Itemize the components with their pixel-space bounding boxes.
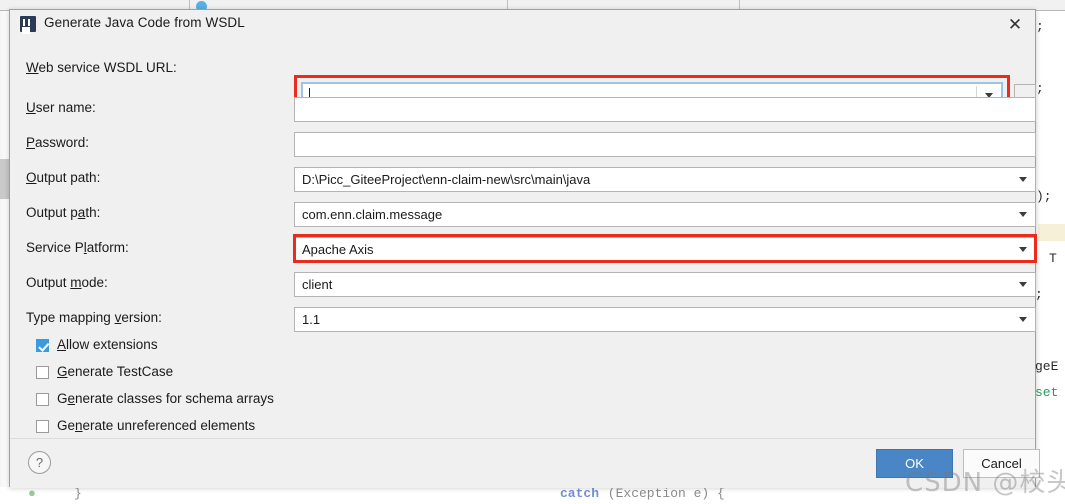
dialog-titlebar: Generate Java Code from WSDL ✕ [10, 10, 1035, 38]
label-type-mapping-version: Type mapping version: [26, 310, 162, 325]
code-fragment: set [1035, 385, 1059, 400]
ide-code-right-sliver-2: T ; geE set [1035, 11, 1065, 487]
ide-bottom-fade [0, 487, 1065, 504]
screen-root: ; ; ); T ; geE set } ● catch (Exception … [0, 0, 1065, 504]
generate-java-code-dialog: Generate Java Code from WSDL ✕ Web servi… [9, 9, 1040, 488]
form-row-type-mapping-version: Type mapping version: 1.1 [10, 304, 1036, 334]
checkbox-label: Generate TestCase [57, 364, 174, 379]
output-path-directory-combo[interactable]: D:\Picc_GiteeProject\enn-claim-new\src\m… [294, 167, 1036, 192]
code-fragment: geE [1035, 359, 1059, 374]
chevron-down-icon[interactable] [1012, 273, 1034, 296]
checkbox-box[interactable] [36, 393, 49, 406]
password-input[interactable] [294, 132, 1036, 157]
user-name-input[interactable] [294, 97, 1036, 122]
close-icon[interactable]: ✕ [1001, 13, 1029, 37]
form-row-service-platform: Service Platform: Apache Axis [10, 234, 1036, 264]
dialog-body: Web service WSDL URL: ... User name: Pas… [10, 38, 1037, 460]
type-mapping-version-combo[interactable]: 1.1 [294, 307, 1036, 332]
label-password: Password: [26, 135, 90, 150]
output-path-package-value: com.enn.claim.message [302, 207, 443, 222]
output-path-directory-value: D:\Picc_GiteeProject\enn-claim-new\src\m… [302, 172, 591, 187]
label-service-platform: Service Platform: [26, 240, 129, 255]
label-output-path-directory: Output path: [26, 170, 101, 185]
chevron-down-icon[interactable] [1012, 238, 1034, 261]
checkbox-box[interactable] [36, 339, 49, 352]
label-output-mode: Output mode: [26, 275, 108, 290]
output-mode-combo[interactable]: client [294, 272, 1036, 297]
label-output-path-package: Output path: [26, 205, 101, 220]
form-row-output-path-directory: Output path: D:\Picc_GiteeProject\enn-cl… [10, 164, 1036, 194]
form-row-output-path-package: Output path: com.enn.claim.message [10, 199, 1036, 229]
output-path-package-combo[interactable]: com.enn.claim.message [294, 202, 1036, 227]
form-row-wsdl-url: Web service WSDL URL: [10, 54, 1035, 84]
service-platform-combo[interactable]: Apache Axis [294, 237, 1036, 262]
chevron-down-icon[interactable] [1012, 168, 1034, 191]
cancel-button[interactable]: Cancel [963, 449, 1040, 478]
checkbox-label: Generate classes for schema arrays [57, 391, 274, 406]
form-row-password: Password: [10, 129, 1036, 159]
dialog-title: Generate Java Code from WSDL [44, 15, 245, 30]
service-platform-value: Apache Axis [302, 242, 374, 257]
dialog-footer: ? OK Cancel [10, 438, 1040, 488]
code-fragment: T [1049, 251, 1057, 266]
form-row-user-name: User name: [10, 94, 1036, 124]
chevron-down-icon[interactable] [1012, 308, 1034, 331]
ok-button[interactable]: OK [876, 449, 953, 478]
intellij-idea-icon [20, 16, 36, 32]
ide-scrollbar-thumb[interactable] [0, 159, 9, 199]
output-mode-value: client [302, 277, 333, 292]
checkbox-label: Allow extensions [57, 337, 158, 352]
label-wsdl-url: Web service WSDL URL: [26, 60, 177, 75]
form-row-output-mode: Output mode: client [10, 269, 1036, 299]
help-button[interactable]: ? [28, 451, 51, 474]
label-user-name: User name: [26, 100, 96, 115]
type-mapping-version-value: 1.1 [302, 312, 321, 327]
checkbox-box[interactable] [36, 366, 49, 379]
checkbox-box[interactable] [36, 420, 49, 433]
chevron-down-icon[interactable] [1012, 203, 1034, 226]
code-fragment: ; [1035, 287, 1043, 302]
checkbox-label: Generate unreferenced elements [57, 418, 256, 433]
ide-left-gutter [0, 11, 9, 504]
